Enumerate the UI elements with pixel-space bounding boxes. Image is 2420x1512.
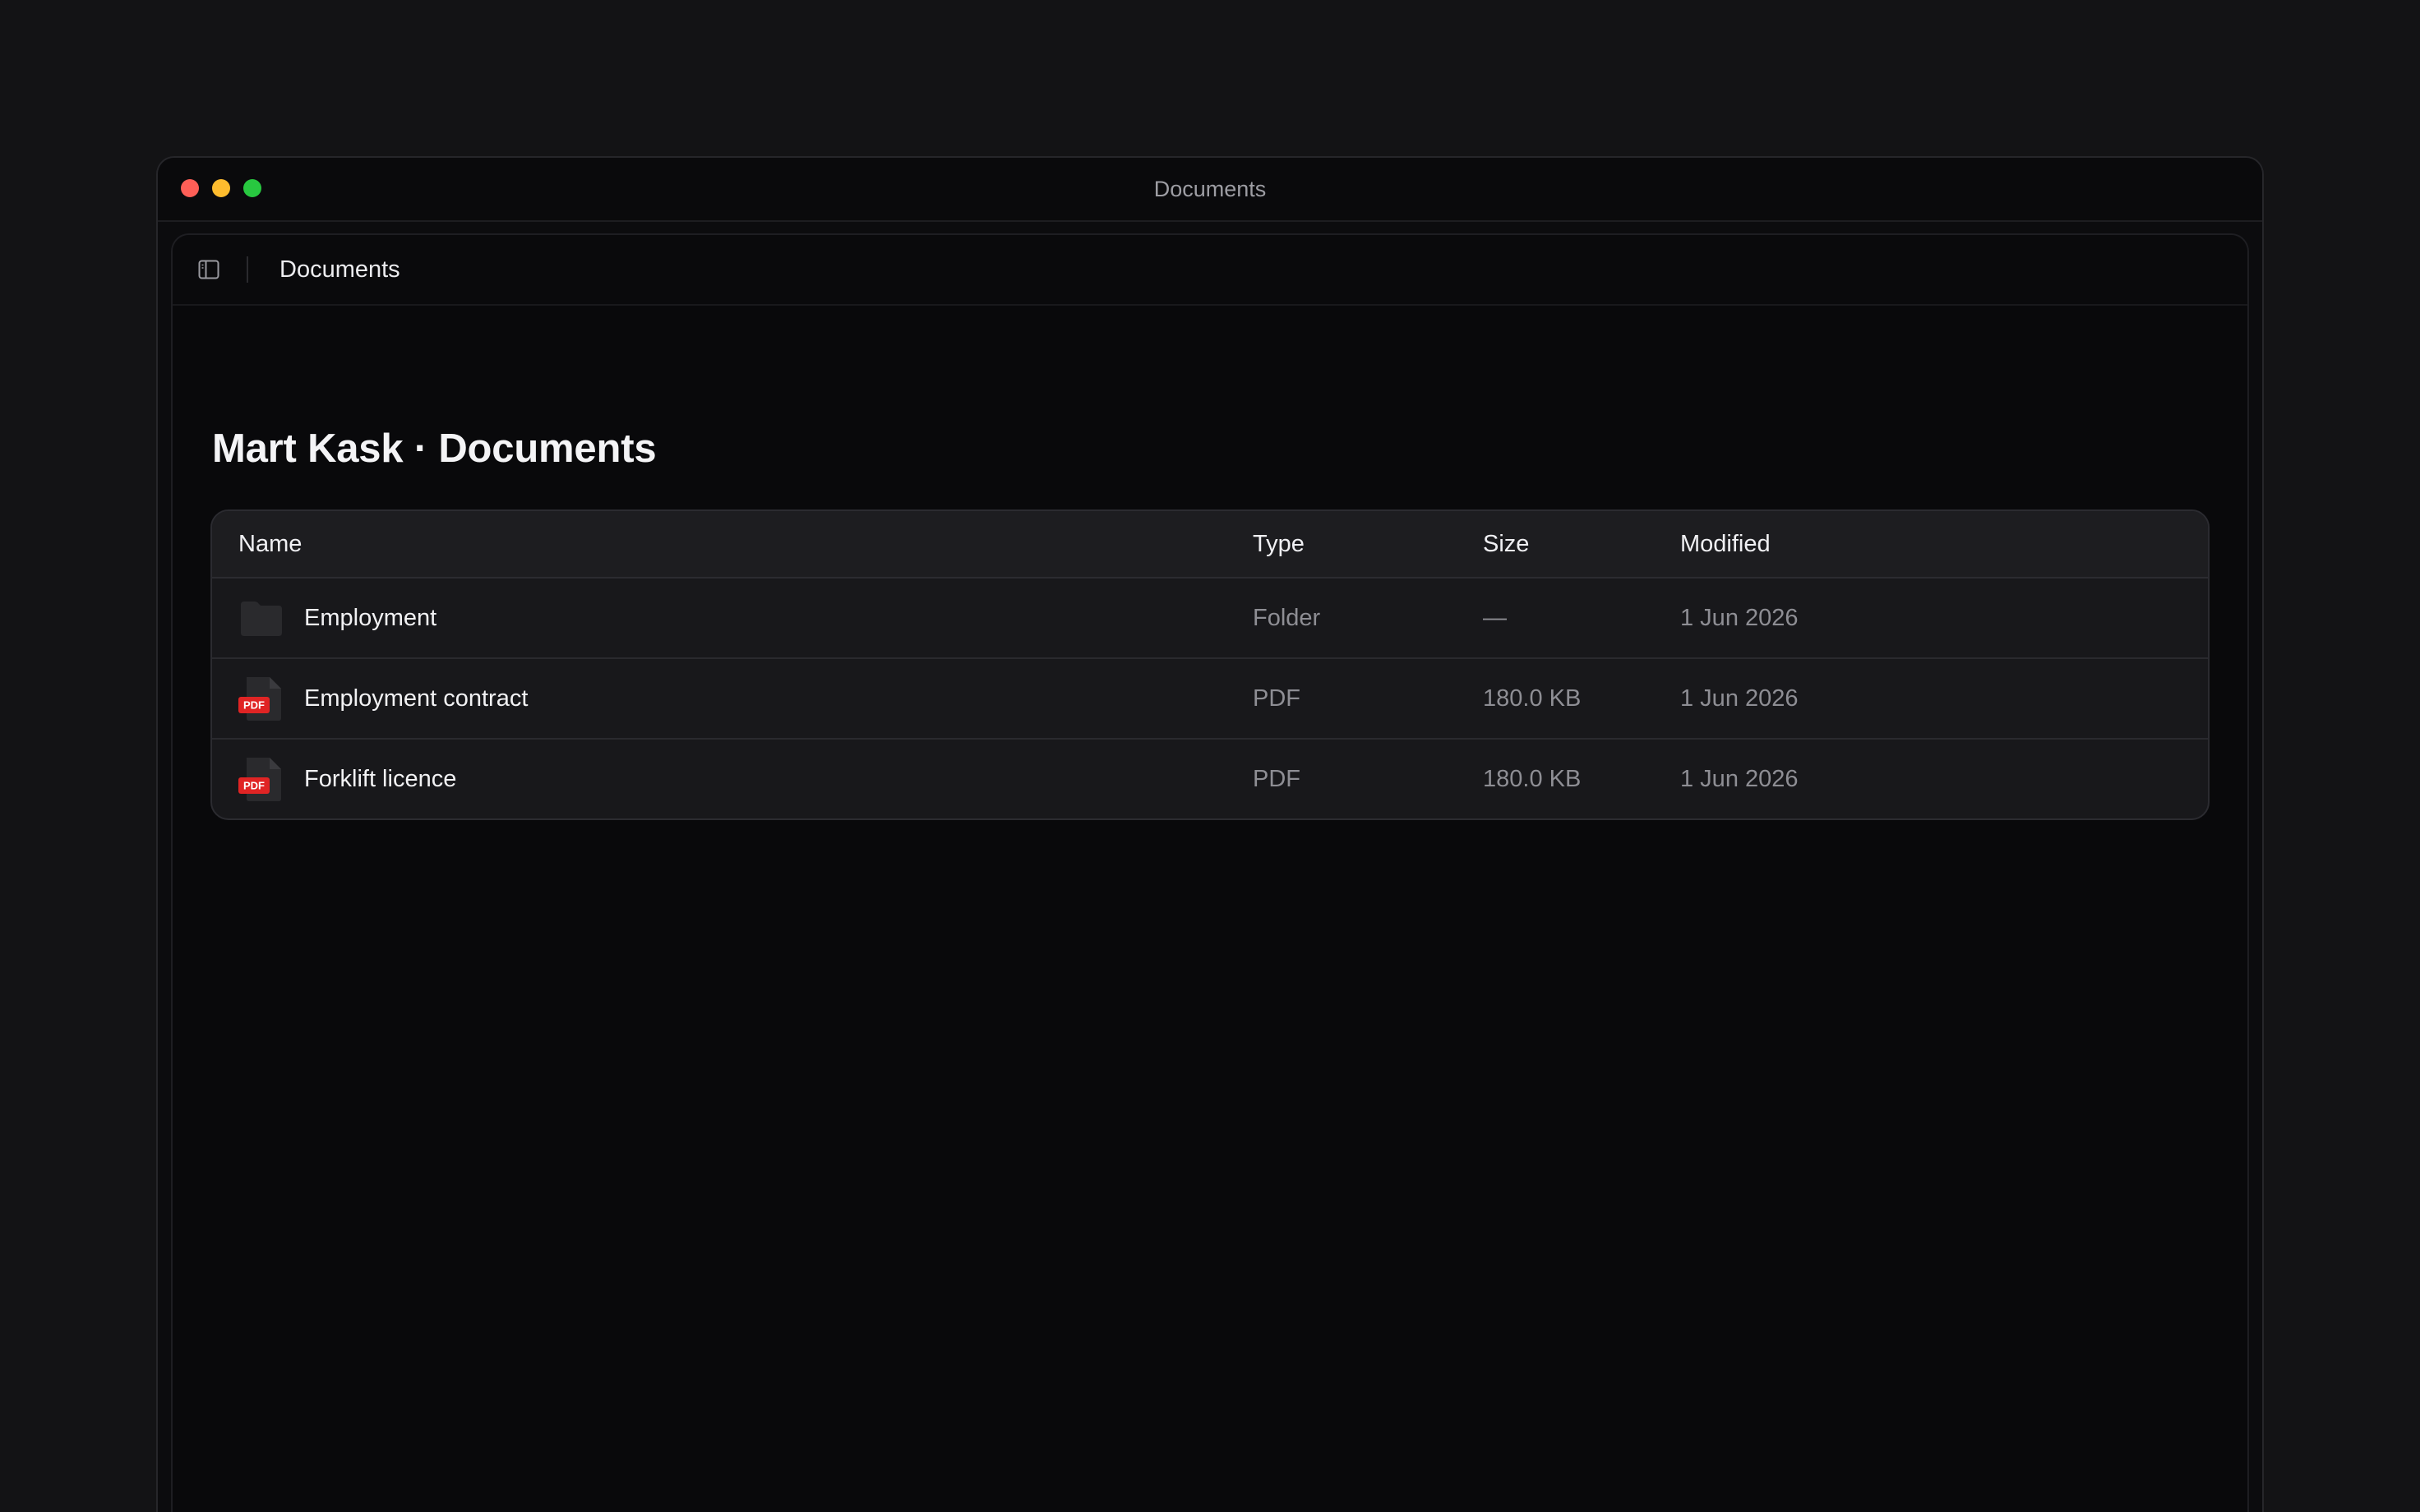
main-panel: Documents Mart Kask · Documents Name Typ… (171, 233, 2249, 1512)
table-row[interactable]: PDF Forklift licence PDF 180.0 KB 1 Jun … (212, 740, 2208, 818)
pdf-badge: PDF (243, 699, 265, 712)
size-cell: — (1483, 604, 1507, 631)
page-title: Mart Kask · Documents (212, 426, 657, 471)
modified-cell: 1 Jun 2026 (1680, 604, 1799, 631)
toolbar-divider (247, 256, 248, 283)
name-cell: PDF Forklift licence (238, 740, 456, 818)
file-name: Forklift licence (304, 765, 457, 792)
table-row[interactable]: Employment Folder — 1 Jun 2026 (212, 579, 2208, 659)
column-header-size[interactable]: Size (1483, 511, 1529, 577)
name-cell: PDF Employment contract (238, 659, 528, 738)
documents-table: Name Type Size Modified Employment Folde… (210, 509, 2210, 820)
file-name: Employment (304, 604, 437, 631)
table-header: Name Type Size Modified (212, 511, 2208, 579)
column-header-modified[interactable]: Modified (1680, 511, 1771, 577)
column-header-type[interactable]: Type (1253, 511, 1305, 577)
window-title: Documents (1153, 177, 1267, 201)
type-cell: Folder (1253, 604, 1321, 631)
app-window: Documents Documents Mart Kask · Document… (156, 156, 2264, 1512)
breadcrumb[interactable]: Documents (279, 235, 400, 304)
pdf-file-icon: PDF (238, 758, 281, 801)
modified-cell: 1 Jun 2026 (1680, 685, 1799, 712)
type-cell: PDF (1253, 765, 1300, 792)
size-cell: 180.0 KB (1483, 685, 1582, 712)
folder-icon (241, 602, 282, 636)
title-bar: Documents (158, 158, 2262, 222)
name-cell: Employment (238, 579, 436, 657)
sidebar-toggle-icon[interactable] (197, 258, 220, 281)
column-header-name[interactable]: Name (238, 511, 302, 577)
file-name: Employment contract (304, 685, 529, 712)
top-bar: Documents (173, 235, 2247, 306)
table-row[interactable]: PDF Employment contract PDF 180.0 KB 1 J… (212, 659, 2208, 740)
type-cell: PDF (1253, 685, 1300, 712)
size-cell: 180.0 KB (1483, 765, 1582, 792)
modified-cell: 1 Jun 2026 (1680, 765, 1799, 792)
pdf-file-icon: PDF (238, 677, 281, 721)
pdf-badge: PDF (243, 780, 265, 792)
